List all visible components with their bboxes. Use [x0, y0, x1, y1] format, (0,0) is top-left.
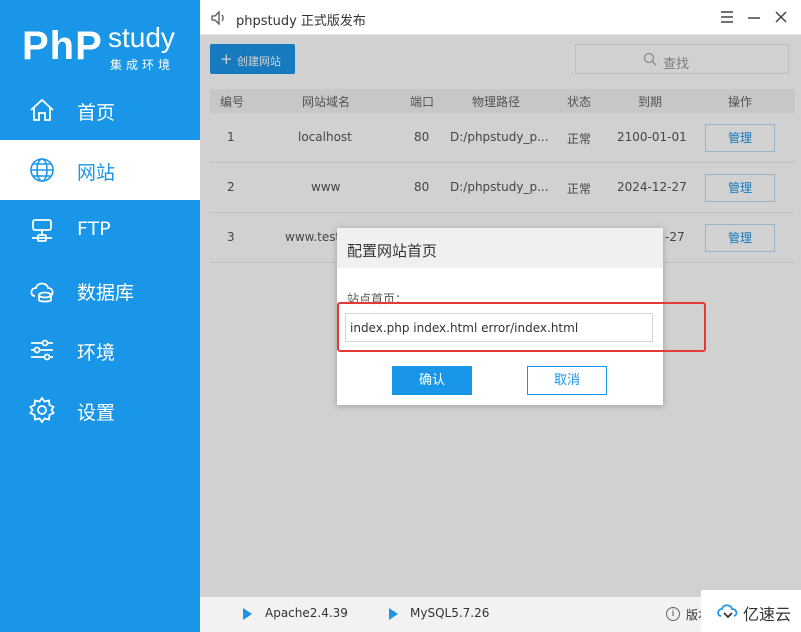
sidebar-item-environment[interactable]: 环境	[0, 320, 200, 380]
sliders-icon	[28, 336, 56, 364]
play-icon[interactable]	[243, 608, 252, 620]
mysql-status[interactable]: MySQL5.7.26	[410, 606, 489, 620]
sidebar: PhP study 集成环境 首页 网站 FTP 数据库 环境 设置	[0, 0, 200, 632]
sidebar-item-ftp[interactable]: FTP	[0, 200, 200, 260]
watermark-text: 亿速云	[743, 605, 792, 624]
info-icon: i	[666, 607, 680, 621]
window-title: phpstudy 正式版发布	[236, 14, 366, 29]
speaker-icon[interactable]	[210, 9, 228, 27]
sidebar-item-label: 设置	[77, 402, 116, 424]
sidebar-item-label: 数据库	[77, 282, 135, 304]
red-highlight-box	[337, 302, 706, 352]
sidebar-item-label: 环境	[77, 342, 116, 364]
cancel-button[interactable]: 取消	[527, 366, 607, 395]
sidebar-item-database[interactable]: 数据库	[0, 260, 200, 320]
server-icon	[28, 216, 56, 244]
sidebar-item-label: 首页	[77, 102, 116, 124]
confirm-button[interactable]: 确认	[392, 366, 472, 395]
watermark: 亿速云	[701, 590, 801, 632]
home-icon	[28, 96, 56, 124]
cloud-logo-icon	[717, 602, 739, 620]
sidebar-item-label: 网站	[77, 162, 116, 184]
globe-icon	[28, 156, 56, 184]
minimize-icon[interactable]	[745, 8, 763, 26]
close-icon[interactable]	[772, 8, 790, 26]
logo: PhP study 集成环境	[20, 22, 190, 72]
logo-subtitle: 集成环境	[110, 58, 175, 72]
menu-icon[interactable]	[718, 8, 736, 26]
sidebar-item-settings[interactable]: 设置	[0, 380, 200, 440]
logo-php: PhP	[22, 24, 103, 68]
dialog-title: 配置网站首页	[347, 242, 438, 260]
dialog-header: 配置网站首页	[337, 228, 663, 268]
titlebar: phpstudy 正式版发布	[200, 0, 801, 35]
gear-icon	[28, 396, 56, 424]
sidebar-item-website[interactable]: 网站	[0, 140, 200, 200]
logo-study: study	[108, 22, 175, 53]
sidebar-nav: 首页 网站 FTP 数据库 环境 设置	[0, 80, 200, 440]
sidebar-item-home[interactable]: 首页	[0, 80, 200, 140]
sidebar-item-label: FTP	[77, 218, 111, 240]
database-icon	[28, 276, 56, 304]
play-icon[interactable]	[389, 608, 398, 620]
apache-status[interactable]: Apache2.4.39	[265, 606, 348, 620]
